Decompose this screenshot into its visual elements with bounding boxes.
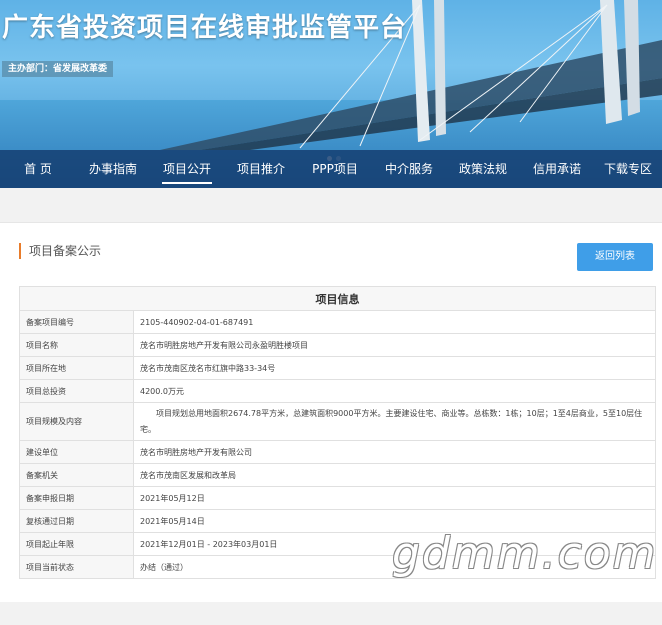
row-key: 复核通过日期: [19, 509, 134, 533]
nav-item-guide[interactable]: 办事指南: [76, 150, 150, 188]
row-key: 项目起止年限: [19, 532, 134, 556]
row-key: 备案申报日期: [19, 486, 134, 510]
row-key: 项目名称: [19, 333, 134, 357]
nav-item-home[interactable]: 首 页: [0, 150, 76, 188]
site-watermark: gdmm.com: [392, 528, 658, 579]
nav-item-project-promotion[interactable]: 项目推介: [224, 150, 298, 188]
row-value: 茂名市茂南区发展和改革局: [133, 463, 656, 487]
nav-item-policy[interactable]: 政策法规: [446, 150, 520, 188]
table-row: 项目所在地 茂名市茂南区茂名市红旗中路33-34号: [19, 356, 656, 380]
header-banner: 广东省投资项目在线审批监管平台 主办部门：省发展改革委 首 页 办事指南 项目公…: [0, 0, 662, 188]
row-key: 建设单位: [19, 440, 134, 464]
back-to-list-button[interactable]: 返回列表: [577, 243, 653, 271]
row-value: 4200.0万元: [133, 379, 656, 403]
nav-item-download[interactable]: 下载专区: [594, 150, 662, 188]
table-row: 项目总投资 4200.0万元: [19, 379, 656, 403]
row-key: 项目规模及内容: [19, 402, 134, 441]
table-row: 建设单位 茂名市明胜房地产开发有限公司: [19, 440, 656, 464]
row-key: 项目总投资: [19, 379, 134, 403]
table-row: 备案项目编号 2105-440902-04-01-687491: [19, 310, 656, 334]
row-value: 2021年05月12日: [133, 486, 656, 510]
row-value: 茂名市明胜房地产开发有限公司永盈明胜楼项目: [133, 333, 656, 357]
page-title: 广东省投资项目在线审批监管平台: [2, 13, 408, 43]
row-key: 备案项目编号: [19, 310, 134, 334]
row-value: 茂名市茂南区茂名市红旗中路33-34号: [133, 356, 656, 380]
nav-item-credit[interactable]: 信用承诺: [520, 150, 594, 188]
row-key: 项目当前状态: [19, 555, 134, 579]
nav-item-intermediary[interactable]: 中介服务: [372, 150, 446, 188]
row-key: 项目所在地: [19, 356, 134, 380]
table-row: 备案机关 茂名市茂南区发展和改革局: [19, 463, 656, 487]
host-department-label: 主办部门：省发展改革委: [2, 61, 114, 77]
table-row: 项目规模及内容 项目规划总用地面积2674.78平方米，总建筑面积9000平方米。…: [19, 402, 656, 441]
row-value: 项目规划总用地面积2674.78平方米，总建筑面积9000平方米。主要建设住宅、…: [133, 402, 656, 441]
row-value: 2105-440902-04-01-687491: [133, 310, 656, 334]
section-title: 项目备案公示: [19, 243, 101, 259]
row-value: 茂名市明胜房地产开发有限公司: [133, 440, 656, 464]
table-header: 项目信息: [19, 286, 656, 311]
table-row: 备案申报日期 2021年05月12日: [19, 486, 656, 510]
nav-item-ppp[interactable]: PPP项目: [298, 150, 372, 188]
nav-item-project-public[interactable]: 项目公开: [150, 150, 224, 188]
table-row: 项目名称 茂名市明胜房地产开发有限公司永盈明胜楼项目: [19, 333, 656, 357]
main-nav: 首 页 办事指南 项目公开 项目推介 PPP项目 中介服务 政策法规 信用承诺 …: [0, 150, 662, 188]
row-key: 备案机关: [19, 463, 134, 487]
